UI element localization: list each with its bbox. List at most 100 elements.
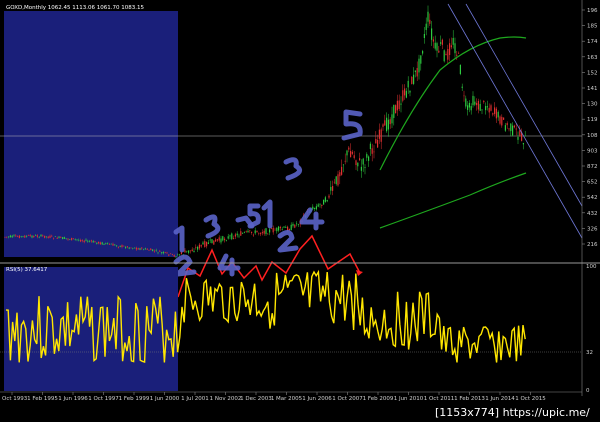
- date-tick-label: 1 Feb 1995: [27, 396, 58, 402]
- candle-body: [81, 240, 83, 241]
- price-tick-label: 872: [587, 164, 598, 170]
- candle-body: [479, 103, 481, 111]
- candle-body: [445, 53, 447, 56]
- date-tick-label: 1 Oct 1997: [88, 396, 119, 402]
- candle-body: [198, 244, 200, 249]
- candle-body: [452, 37, 454, 45]
- candle-body: [24, 235, 26, 238]
- candle-body: [351, 151, 353, 154]
- candle-body: [20, 236, 22, 237]
- candle-body: [400, 103, 402, 105]
- candle-body: [153, 250, 155, 252]
- date-tick-label: 1 Feb 2013: [454, 396, 485, 402]
- candle-body: [249, 230, 251, 232]
- candle-body: [276, 227, 278, 232]
- candle-body: [15, 235, 17, 237]
- candle-body: [314, 207, 316, 209]
- candle-body: [168, 254, 170, 256]
- candle-body: [418, 58, 420, 73]
- candle-body: [517, 136, 519, 140]
- candle-body: [245, 231, 247, 232]
- candle-body: [116, 245, 118, 247]
- date-tick-label: 1 Oct 2007: [332, 396, 363, 402]
- rsi-title: RSI(5) 37.6417: [6, 267, 48, 273]
- candle-body: [143, 249, 145, 251]
- candle-body: [497, 111, 499, 118]
- candle-body: [26, 236, 28, 237]
- candle-body: [362, 158, 364, 165]
- candle-body: [13, 235, 15, 236]
- candle-body: [72, 238, 74, 239]
- candle-body: [224, 238, 226, 241]
- candle-body: [393, 104, 395, 118]
- candle-body: [211, 239, 213, 244]
- candle-body: [429, 19, 431, 24]
- candle-body: [330, 186, 332, 191]
- candle-body: [60, 236, 62, 238]
- candle-body: [4, 236, 6, 238]
- price-tick-label: 196: [587, 8, 598, 14]
- candle-body: [504, 125, 506, 131]
- candle-body: [386, 117, 388, 132]
- candle-body: [315, 206, 317, 210]
- candle-body: [458, 52, 460, 54]
- date-tick-label: 1 Oct 2015: [515, 396, 546, 402]
- price-tick-label: 141: [587, 86, 598, 92]
- candle-body: [207, 242, 209, 244]
- candle-body: [432, 39, 434, 42]
- candle-body: [161, 252, 163, 254]
- price-tick-label: 108: [587, 133, 598, 139]
- date-tick-label: 1 Jul 2001: [181, 396, 209, 402]
- candle-body: [218, 237, 220, 241]
- candle-body: [324, 197, 326, 202]
- candle-body: [438, 50, 440, 53]
- candle-body: [188, 250, 190, 253]
- candle-body: [391, 114, 393, 124]
- candle-body: [85, 239, 87, 241]
- candle-body: [67, 238, 69, 240]
- watermark: [1153x774] https://upic.me/: [435, 406, 590, 419]
- candle-body: [405, 90, 407, 98]
- candle-body: [78, 239, 80, 241]
- candle-body: [117, 246, 119, 248]
- candle-body: [139, 248, 141, 250]
- price-tick-label: 174: [587, 39, 598, 45]
- candle-body: [47, 236, 49, 238]
- rsi-tick-0: 0: [586, 388, 590, 394]
- candle-body: [328, 195, 330, 198]
- candle-body: [494, 107, 496, 114]
- candle-body: [341, 166, 343, 175]
- candle-body: [378, 129, 380, 139]
- candle-body: [101, 242, 103, 245]
- candle-body: [422, 51, 424, 54]
- candle-body: [369, 143, 371, 149]
- candle-body: [333, 181, 335, 183]
- price-tick-label: 119: [587, 117, 598, 123]
- candle-body: [360, 166, 362, 171]
- candle-body: [404, 88, 406, 96]
- candle-body: [74, 239, 76, 240]
- date-tick-label: 1 Jun 1996: [58, 396, 88, 402]
- date-tick-label: 1 Jun 2010: [394, 396, 424, 402]
- candle-body: [278, 226, 280, 231]
- candle-body: [29, 234, 31, 237]
- price-tick-label: 903: [587, 148, 598, 154]
- candle-body: [128, 247, 130, 249]
- candle-body: [269, 229, 271, 233]
- candle-body: [148, 250, 150, 251]
- candle-body: [126, 246, 128, 248]
- candle-body: [285, 227, 287, 228]
- candle-body: [159, 250, 161, 252]
- candle-body: [395, 105, 397, 114]
- candle-body: [368, 156, 370, 161]
- candle-body: [92, 240, 94, 243]
- candle-body: [283, 226, 285, 228]
- candle-body: [33, 235, 35, 238]
- candle-body: [477, 100, 479, 110]
- candle-body: [186, 250, 188, 252]
- candle-body: [51, 235, 53, 237]
- candle-body: [389, 119, 391, 125]
- date-tick-label: 1 Feb 2009: [363, 396, 394, 402]
- candle-body: [119, 245, 121, 247]
- candle-body: [258, 232, 260, 234]
